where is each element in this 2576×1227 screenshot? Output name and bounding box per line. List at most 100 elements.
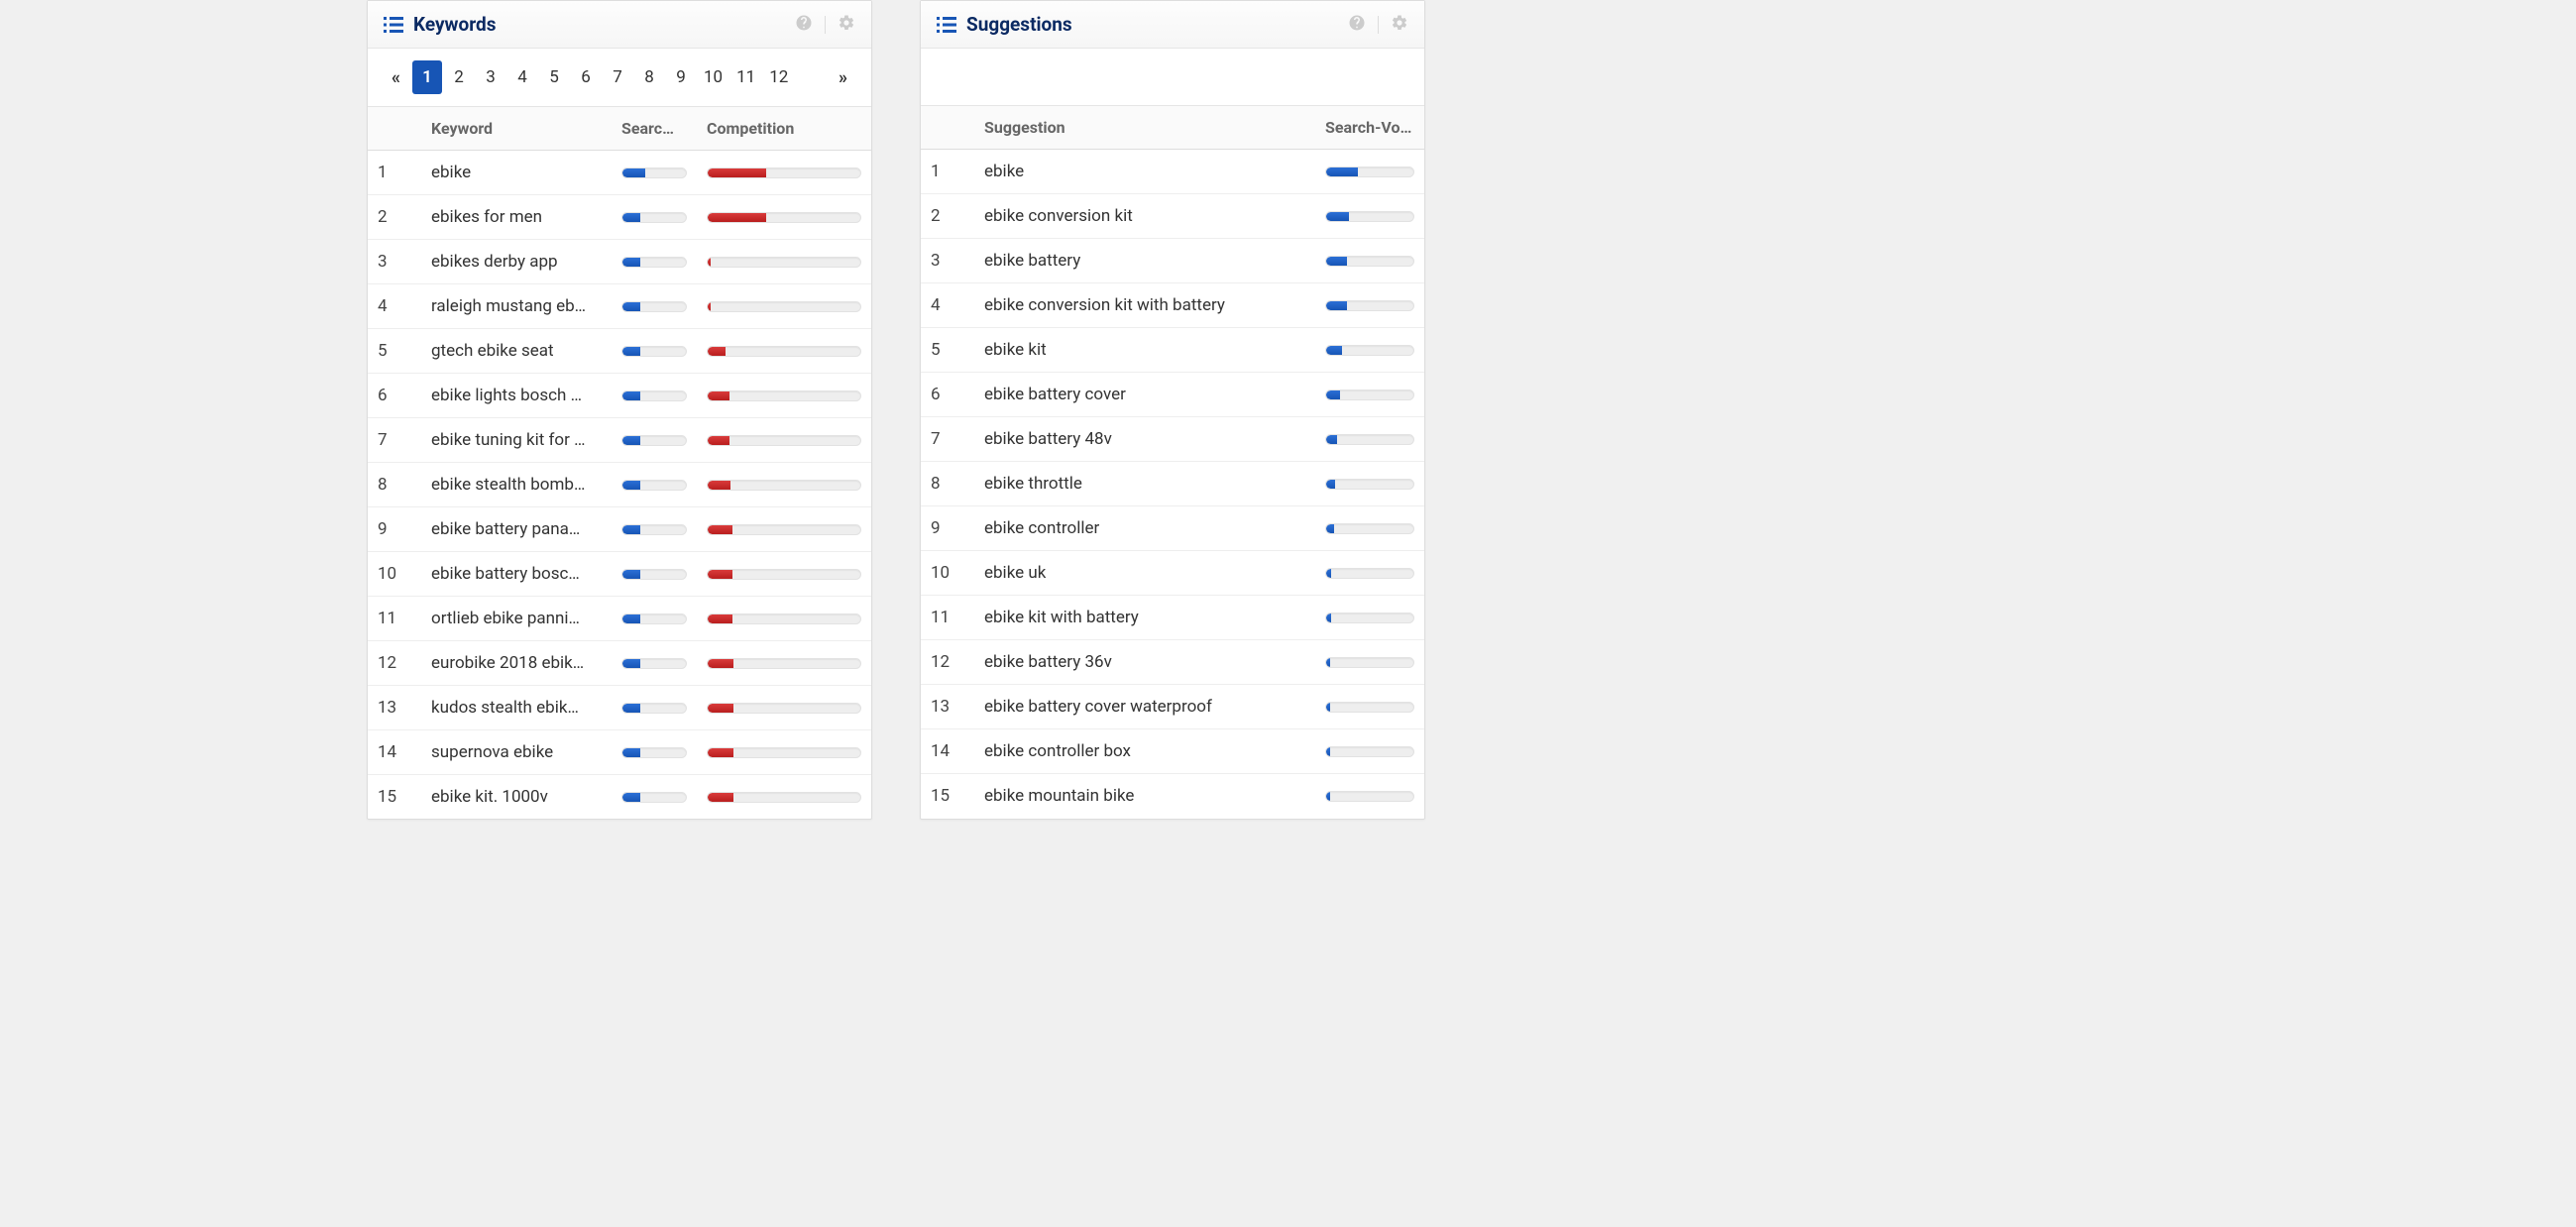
table-row[interactable]: 3ebike battery bbox=[921, 239, 1424, 283]
search-volume-bar bbox=[1315, 779, 1424, 814]
page-8[interactable]: 8 bbox=[634, 60, 664, 94]
table-row[interactable]: 8ebike stealth bomb… bbox=[368, 463, 871, 507]
competition-bar bbox=[697, 156, 871, 190]
competition-bar bbox=[697, 379, 871, 413]
keyword-cell: ortlieb ebike panni… bbox=[421, 597, 612, 640]
page-last-icon[interactable]: » bbox=[831, 67, 855, 88]
search-volume-bar bbox=[1315, 556, 1424, 591]
table-row[interactable]: 9ebike battery pana… bbox=[368, 507, 871, 552]
table-row[interactable]: 6ebike battery cover bbox=[921, 373, 1424, 417]
keyword-cell: raleigh mustang eb… bbox=[421, 284, 612, 328]
table-row[interactable]: 14supernova ebike bbox=[368, 730, 871, 775]
row-index: 4 bbox=[921, 283, 974, 327]
keyword-cell: ebike stealth bomb… bbox=[421, 463, 612, 506]
row-index: 8 bbox=[921, 462, 974, 505]
search-volume-bar bbox=[1315, 378, 1424, 412]
table-row[interactable]: 4ebike conversion kit with battery bbox=[921, 283, 1424, 328]
table-row[interactable]: 11ortlieb ebike panni… bbox=[368, 597, 871, 641]
keywords-pagination: « 123456789101112 » bbox=[368, 49, 871, 107]
suggestions-title: Suggestions bbox=[966, 13, 1348, 36]
row-index: 1 bbox=[368, 151, 421, 194]
row-index: 12 bbox=[921, 640, 974, 684]
table-row[interactable]: 6ebike lights bosch … bbox=[368, 374, 871, 418]
search-volume-bar bbox=[1315, 155, 1424, 189]
table-row[interactable]: 11ebike kit with battery bbox=[921, 596, 1424, 640]
table-row[interactable]: 1ebike bbox=[921, 150, 1424, 194]
search-volume-bar bbox=[1315, 422, 1424, 457]
row-index: 13 bbox=[921, 685, 974, 728]
keyword-cell: ebike battery bosc… bbox=[421, 552, 612, 596]
table-row[interactable]: 15ebike mountain bike bbox=[921, 774, 1424, 818]
table-row[interactable]: 12ebike battery 36v bbox=[921, 640, 1424, 685]
table-row[interactable]: 14ebike controller box bbox=[921, 729, 1424, 774]
row-index: 14 bbox=[921, 729, 974, 773]
row-index: 5 bbox=[921, 328, 974, 372]
suggestion-cell: ebike kit with battery bbox=[974, 596, 1315, 639]
help-icon[interactable] bbox=[1348, 14, 1366, 36]
table-row[interactable]: 8ebike throttle bbox=[921, 462, 1424, 506]
keyword-cell: ebike battery pana… bbox=[421, 507, 612, 551]
page-2[interactable]: 2 bbox=[444, 60, 474, 94]
page-5[interactable]: 5 bbox=[539, 60, 569, 94]
col-competition[interactable]: Competition bbox=[697, 107, 871, 150]
col-index bbox=[921, 106, 974, 149]
table-row[interactable]: 10ebike battery bosc… bbox=[368, 552, 871, 597]
list-icon bbox=[384, 16, 403, 34]
suggestions-subheader-blank bbox=[921, 49, 1424, 106]
page-1[interactable]: 1 bbox=[412, 60, 442, 94]
page-first-icon[interactable]: « bbox=[384, 67, 408, 88]
help-icon[interactable] bbox=[795, 14, 813, 36]
row-index: 15 bbox=[921, 774, 974, 818]
table-row[interactable]: 10ebike uk bbox=[921, 551, 1424, 596]
keyword-cell: ebike lights bosch … bbox=[421, 374, 612, 417]
table-row[interactable]: 9ebike controller bbox=[921, 506, 1424, 551]
col-search-volume[interactable]: Search-Vo… bbox=[1315, 106, 1424, 149]
table-row[interactable]: 1ebike bbox=[368, 151, 871, 195]
row-index: 10 bbox=[921, 551, 974, 595]
table-row[interactable]: 3ebikes derby app bbox=[368, 240, 871, 284]
keyword-cell: ebikes derby app bbox=[421, 240, 612, 283]
table-row[interactable]: 7ebike tuning kit for … bbox=[368, 418, 871, 463]
search-volume-bar bbox=[1315, 601, 1424, 635]
table-row[interactable]: 5ebike kit bbox=[921, 328, 1424, 373]
suggestions-rows: 1ebike2ebike conversion kit3ebike batter… bbox=[921, 150, 1424, 818]
page-12[interactable]: 12 bbox=[763, 60, 794, 94]
page-10[interactable]: 10 bbox=[698, 60, 728, 94]
suggestion-cell: ebike mountain bike bbox=[974, 774, 1315, 818]
page-9[interactable]: 9 bbox=[666, 60, 696, 94]
table-row[interactable]: 13kudos stealth ebik… bbox=[368, 686, 871, 730]
page-4[interactable]: 4 bbox=[507, 60, 537, 94]
table-row[interactable]: 7ebike battery 48v bbox=[921, 417, 1424, 462]
table-row[interactable]: 12eurobike 2018 ebik… bbox=[368, 641, 871, 686]
search-volume-bar bbox=[1315, 333, 1424, 368]
table-row[interactable]: 2ebike conversion kit bbox=[921, 194, 1424, 239]
competition-bar bbox=[697, 557, 871, 592]
page-11[interactable]: 11 bbox=[730, 60, 761, 94]
row-index: 9 bbox=[368, 507, 421, 551]
gear-icon[interactable] bbox=[838, 14, 855, 36]
gear-icon[interactable] bbox=[1391, 14, 1408, 36]
row-index: 5 bbox=[368, 329, 421, 373]
page-3[interactable]: 3 bbox=[476, 60, 505, 94]
row-index: 9 bbox=[921, 506, 974, 550]
suggestions-panel: Suggestions Suggestion Search-Vo… 1ebike… bbox=[920, 0, 1425, 820]
col-keyword[interactable]: Keyword bbox=[421, 107, 612, 150]
page-7[interactable]: 7 bbox=[603, 60, 632, 94]
table-row[interactable]: 15ebike kit. 1000v bbox=[368, 775, 871, 819]
row-index: 8 bbox=[368, 463, 421, 506]
keyword-cell: kudos stealth ebik… bbox=[421, 686, 612, 729]
suggestion-cell: ebike battery bbox=[974, 239, 1315, 282]
competition-bar bbox=[697, 512, 871, 547]
suggestion-cell: ebike uk bbox=[974, 551, 1315, 595]
table-row[interactable]: 5gtech ebike seat bbox=[368, 329, 871, 374]
col-suggestion[interactable]: Suggestion bbox=[974, 106, 1315, 149]
table-row[interactable]: 2ebikes for men bbox=[368, 195, 871, 240]
table-row[interactable]: 13ebike battery cover waterproof bbox=[921, 685, 1424, 729]
col-search-volume[interactable]: Searc… bbox=[612, 107, 697, 150]
suggestion-cell: ebike controller box bbox=[974, 729, 1315, 773]
row-index: 3 bbox=[368, 240, 421, 283]
page-6[interactable]: 6 bbox=[571, 60, 601, 94]
row-index: 3 bbox=[921, 239, 974, 282]
row-index: 2 bbox=[921, 194, 974, 238]
table-row[interactable]: 4raleigh mustang eb… bbox=[368, 284, 871, 329]
